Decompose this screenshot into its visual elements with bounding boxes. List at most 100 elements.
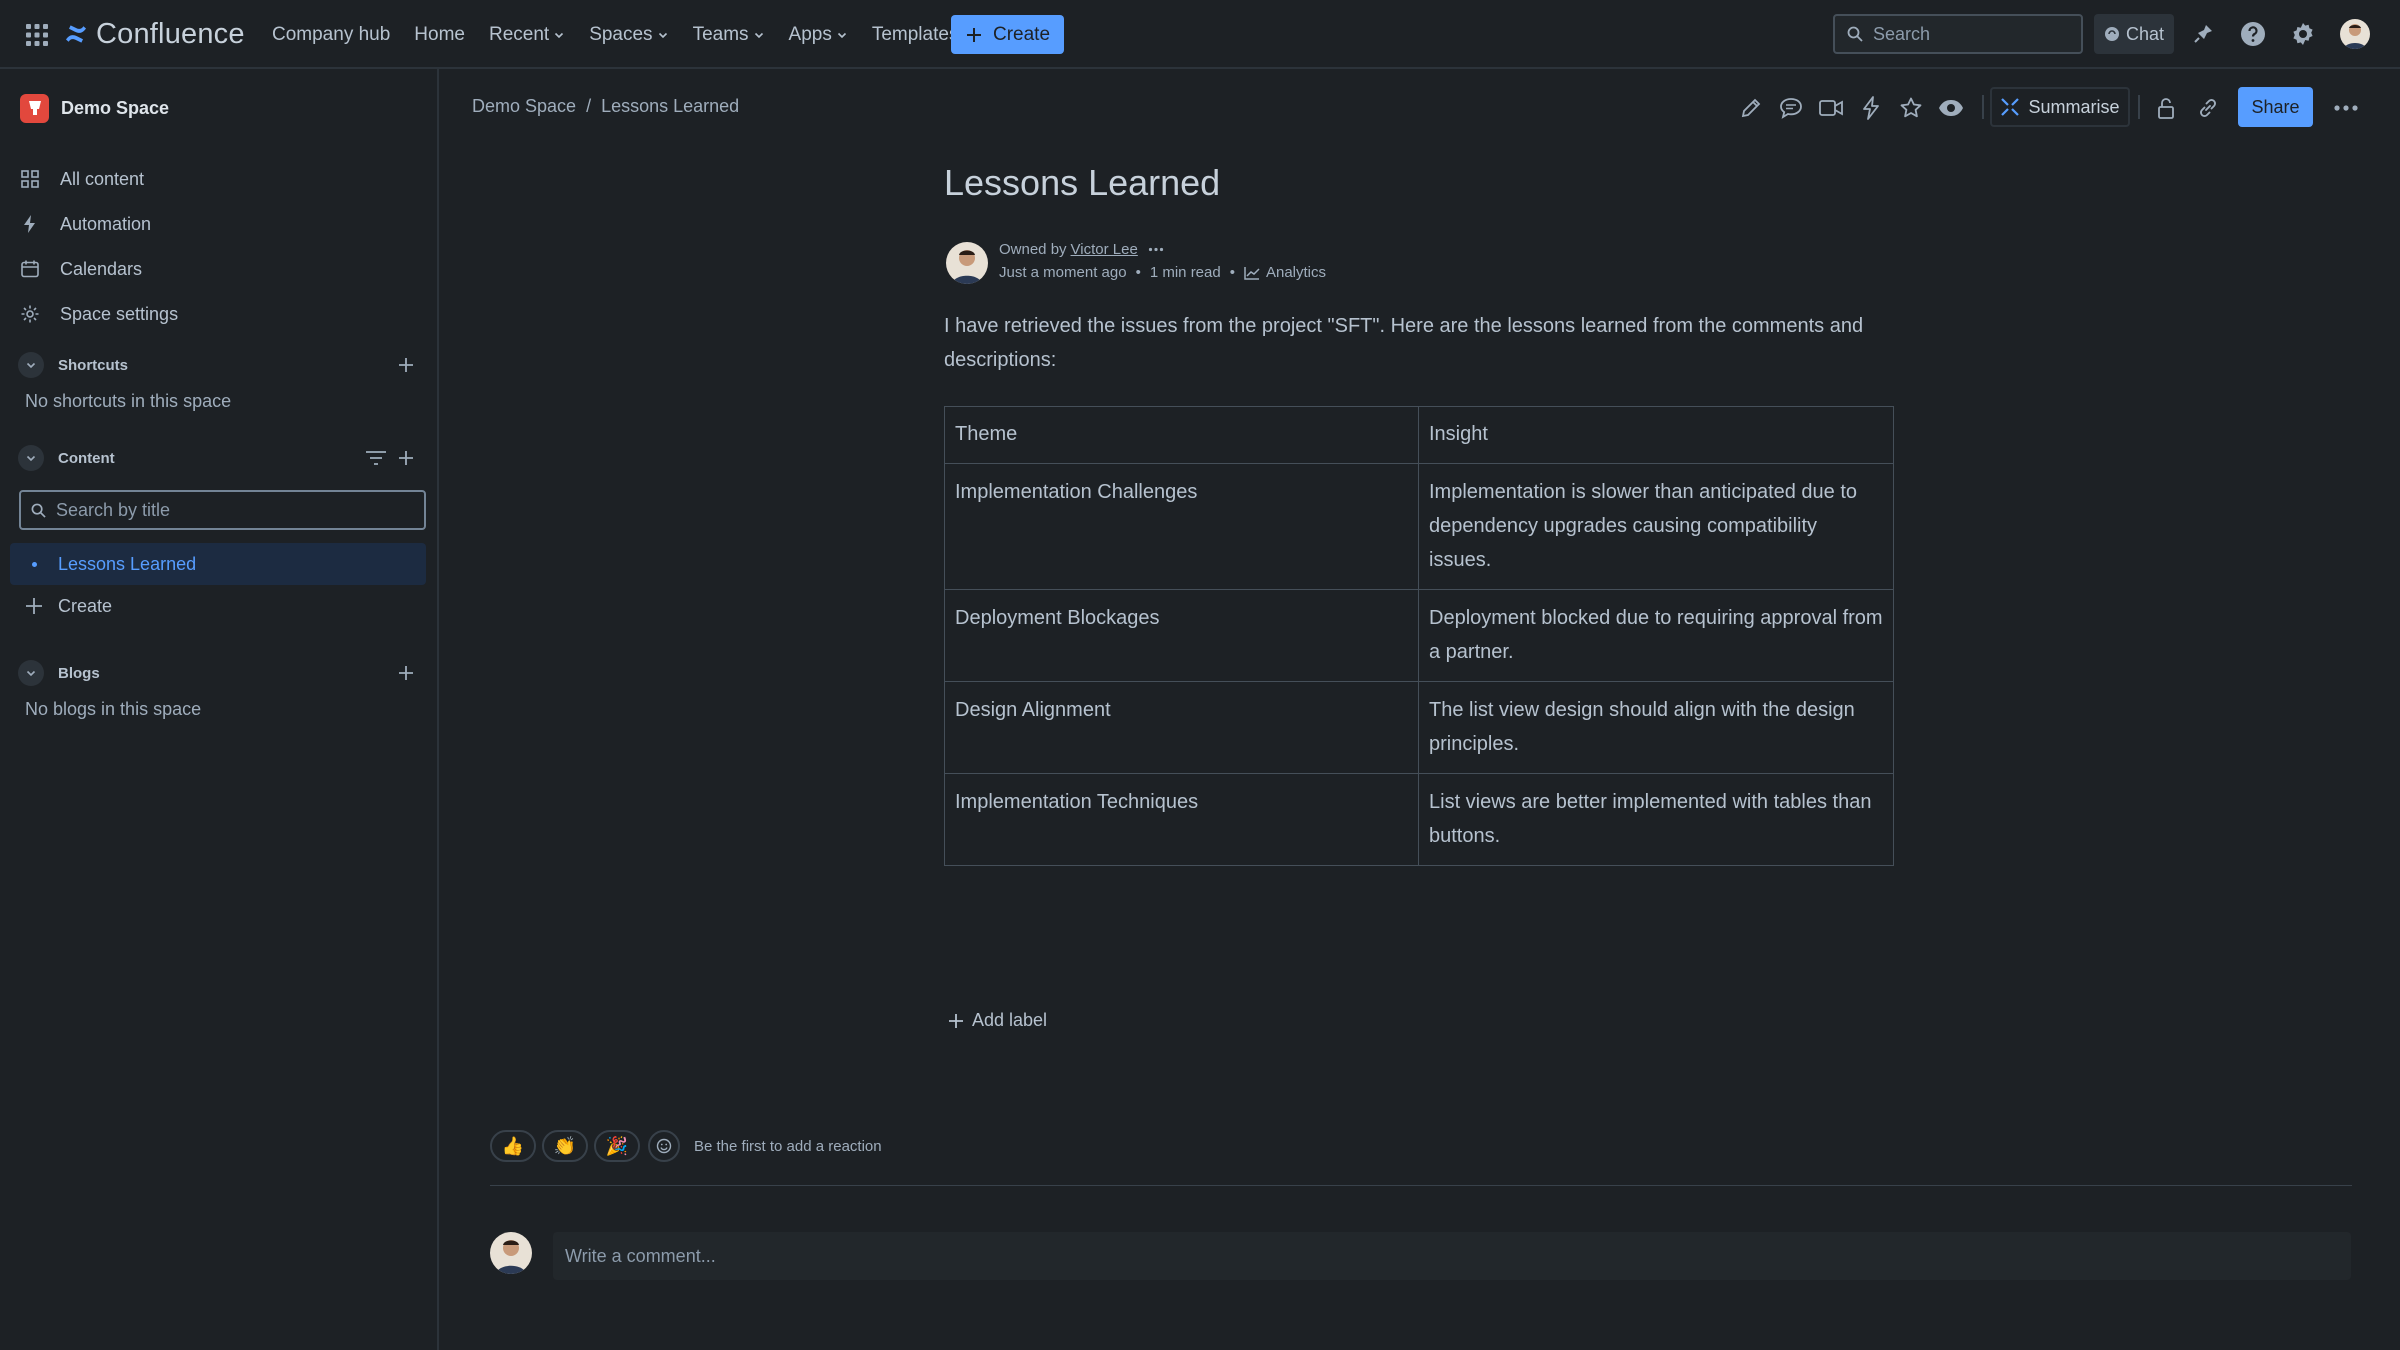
content-section-header: Content [18,442,420,474]
plus-icon [399,451,413,465]
confluence-logo[interactable]: Confluence [64,16,245,52]
chevron-down-icon[interactable] [18,445,44,471]
table-row: Implementation Techniques List views are… [944,773,1894,866]
ai-sparkle-icon [2001,98,2020,116]
nav-label: Company hub [272,24,391,45]
video-icon[interactable] [1815,92,1847,124]
nav-label: Teams [692,24,749,45]
more-options-icon[interactable] [2330,92,2362,124]
analytics-label: Analytics [1265,264,1327,281]
add-label-text: Add label [972,1010,1048,1030]
add-shortcut-button[interactable] [392,351,420,379]
settings-icon[interactable] [2289,20,2317,48]
read-time: 1 min read [1149,264,1221,281]
app-name: Confluence [96,17,245,50]
create-label: Create [58,595,113,616]
nav-label: Home [414,24,465,45]
nav-teams[interactable]: Teams [681,18,777,52]
chevron-down-icon [754,32,763,39]
share-button[interactable]: Share [2238,87,2313,127]
grid-icon [21,170,39,188]
sidebar-item-all-content[interactable]: All content [20,161,420,197]
tree-item-lessons-learned[interactable]: Lessons Learned [10,543,426,585]
nav-apps[interactable]: Apps [777,18,860,52]
reaction-party[interactable]: 🎉 [594,1130,640,1162]
link-icon[interactable] [2192,92,2224,124]
nav-home[interactable]: Home [402,18,477,52]
nav-recent[interactable]: Recent [477,18,577,52]
owner-link[interactable]: Victor Lee [1071,241,1138,258]
page-intro-text: I have retrieved the issues from the pro… [944,315,1864,371]
sidebar-item-automation[interactable]: Automation [20,206,420,242]
add-label-button[interactable]: Add label [948,1010,1047,1031]
insight-cell: The list view design should align with t… [1418,681,1894,774]
table-header-row: Theme Insight [944,406,1894,464]
theme-cell: Deployment Blockages [944,589,1419,682]
edit-icon[interactable] [1735,92,1767,124]
add-content-button[interactable] [392,444,420,472]
table-row: Design Alignment The list view design sh… [944,681,1894,774]
chat-icon [2104,27,2119,41]
space-header[interactable]: Demo Space [20,93,169,123]
chevron-down-icon[interactable] [18,660,44,686]
sidebar-item-label: Calendars [60,258,143,279]
search-input[interactable] [1873,23,2073,45]
star-icon[interactable] [1895,92,1927,124]
table-row: Deployment Blockages Deployment blocked … [944,589,1894,682]
help-icon[interactable] [2239,20,2267,48]
restrictions-icon[interactable] [2150,92,2182,124]
reactions-bar: 👍 👏 🎉 Be the first to add a reaction [490,1130,882,1162]
page-meta-line: Just a moment ago • 1 min read • Analyti… [999,264,1326,281]
sidebar-create-button[interactable]: Create [24,588,424,624]
automation-icon[interactable] [1855,92,1887,124]
blogs-section-header: Blogs [18,657,420,689]
nav-label: Apps [788,24,832,45]
chevron-down-icon[interactable] [18,352,44,378]
table-row: Implementation Challenges Implementation… [944,463,1894,590]
byline-more-icon[interactable] [1148,247,1164,252]
sidebar-item-calendars[interactable]: Calendars [20,251,420,287]
filter-icon[interactable] [362,444,390,472]
section-title: Content [58,449,115,467]
nav-spaces[interactable]: Spaces [577,18,680,52]
lessons-table: Theme Insight Implementation Challenges … [944,406,1894,866]
search-by-title-input[interactable] [56,499,416,521]
breadcrumb-space-link[interactable]: Demo Space [472,96,576,117]
chevron-down-icon [658,32,667,39]
global-search[interactable] [1833,14,2083,54]
reaction-hint: Be the first to add a reaction [694,1137,882,1155]
create-button[interactable]: Create [951,15,1064,54]
reaction-thumbs-up[interactable]: 👍 [490,1130,536,1162]
breadcrumb: Demo Space / Lessons Learned [472,96,739,117]
owner-avatar[interactable] [946,242,988,284]
theme-cell: Implementation Challenges [944,463,1419,590]
shortcuts-section-header: Shortcuts [18,349,420,381]
user-avatar[interactable] [2340,19,2370,49]
top-navigation: Confluence Company hub Home Recent Space… [0,0,2400,69]
watch-icon[interactable] [1935,92,1967,124]
app-switcher-icon[interactable] [24,22,50,48]
nav-company-hub[interactable]: Company hub [260,18,402,52]
comment-icon[interactable] [1775,92,1807,124]
page-owner-line: Owned by Victor Lee [999,241,1164,258]
notifications-icon[interactable] [2189,20,2217,48]
space-name: Demo Space [61,97,170,118]
insight-cell: List views are better implemented with t… [1418,773,1894,866]
create-label: Create [992,23,1051,45]
comment-input[interactable] [565,1245,2265,1267]
breadcrumb-page-link[interactable]: Lessons Learned [601,96,739,117]
commenter-avatar [490,1232,532,1274]
analytics-link[interactable]: Analytics [1244,264,1326,281]
chat-button[interactable]: Chat [2094,14,2174,54]
content-search[interactable] [19,490,426,530]
shortcuts-empty-text: No shortcuts in this space [25,391,232,411]
sidebar-item-label: All content [60,168,145,189]
summarise-button[interactable]: Summarise [1990,87,2130,127]
add-blog-button[interactable] [392,659,420,687]
add-reaction-icon[interactable] [648,1130,680,1162]
comment-editor[interactable] [553,1232,2351,1280]
plus-icon [399,358,413,372]
sidebar-item-label: Automation [60,213,152,234]
sidebar-item-space-settings[interactable]: Space settings [20,296,420,332]
reaction-clap[interactable]: 👏 [542,1130,588,1162]
